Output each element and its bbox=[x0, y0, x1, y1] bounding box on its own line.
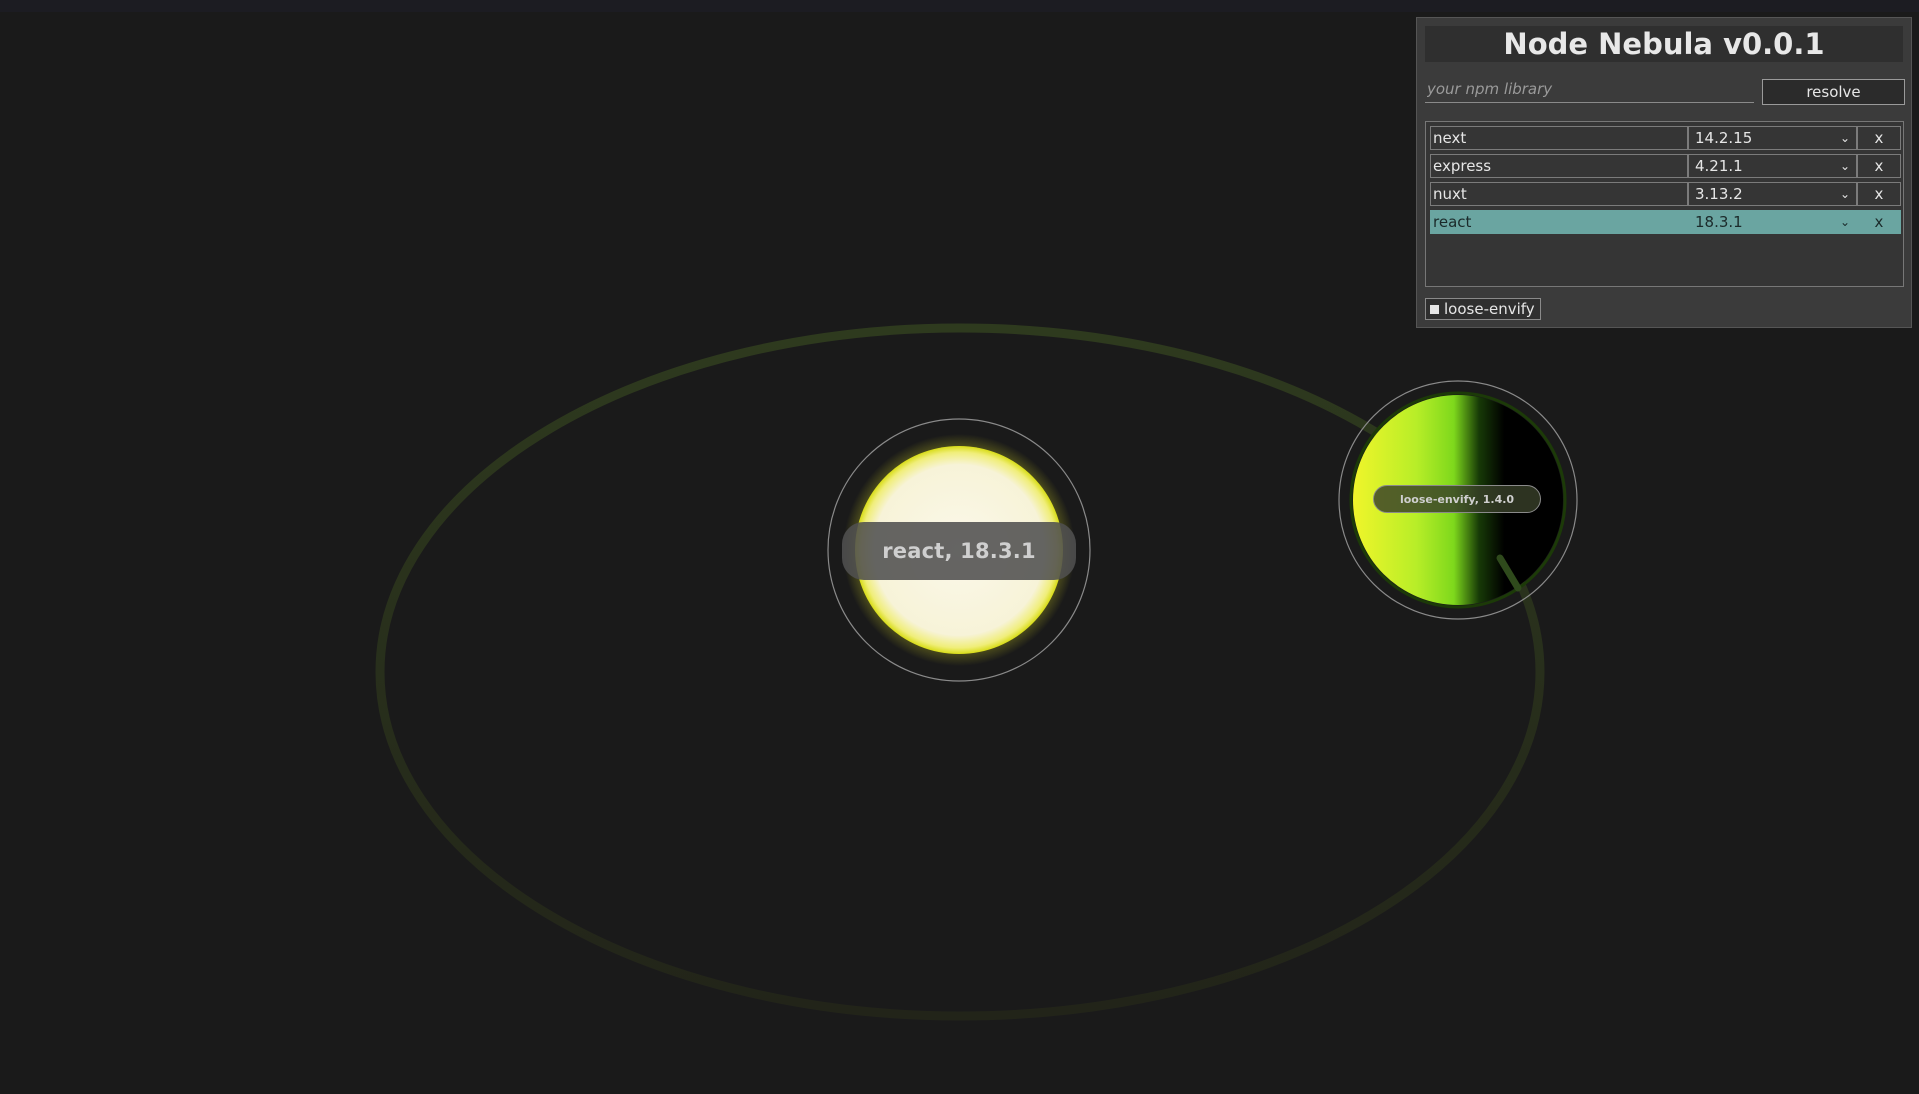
dependency-row-next[interactable]: next 14.2.15 ⌄ x bbox=[1430, 126, 1901, 150]
chevron-down-icon: ⌄ bbox=[1839, 159, 1850, 173]
chevron-down-icon: ⌄ bbox=[1839, 215, 1850, 229]
app-title: Node Nebula v0.0.1 bbox=[1425, 26, 1903, 62]
planet-label: loose-envify, 1.4.0 bbox=[1373, 485, 1541, 513]
dependency-row-react[interactable]: react 18.3.1 ⌄ x bbox=[1430, 210, 1901, 234]
version-value: 14.2.15 bbox=[1695, 129, 1753, 147]
library-search-input[interactable] bbox=[1425, 76, 1754, 103]
chevron-down-icon: ⌄ bbox=[1839, 131, 1850, 145]
square-icon bbox=[1430, 305, 1439, 314]
dependency-row-express[interactable]: express 4.21.1 ⌄ x bbox=[1430, 154, 1901, 178]
version-select[interactable]: 14.2.15 ⌄ bbox=[1688, 126, 1857, 150]
remove-dependency-button[interactable]: x bbox=[1857, 182, 1901, 206]
chip-label: loose-envify bbox=[1444, 300, 1535, 318]
version-select[interactable]: 3.13.2 ⌄ bbox=[1688, 182, 1857, 206]
resolved-dependency-chip[interactable]: loose-envify bbox=[1425, 298, 1541, 320]
version-select[interactable]: 4.21.1 ⌄ bbox=[1688, 154, 1857, 178]
control-panel: Node Nebula v0.0.1 resolve next 14.2.15 … bbox=[1416, 17, 1912, 328]
version-value: 3.13.2 bbox=[1695, 185, 1743, 203]
dependency-name[interactable]: express bbox=[1430, 154, 1688, 178]
sun-label: react, 18.3.1 bbox=[842, 522, 1076, 580]
dependency-row-nuxt[interactable]: nuxt 3.13.2 ⌄ x bbox=[1430, 182, 1901, 206]
version-value: 18.3.1 bbox=[1695, 213, 1743, 231]
version-select[interactable]: 18.3.1 ⌄ bbox=[1688, 210, 1857, 234]
chevron-down-icon: ⌄ bbox=[1839, 187, 1850, 201]
dependency-name[interactable]: react bbox=[1430, 210, 1688, 234]
dependency-name[interactable]: next bbox=[1430, 126, 1688, 150]
remove-dependency-button[interactable]: x bbox=[1857, 210, 1901, 234]
version-value: 4.21.1 bbox=[1695, 157, 1743, 175]
dependency-name[interactable]: nuxt bbox=[1430, 182, 1688, 206]
remove-dependency-button[interactable]: x bbox=[1857, 126, 1901, 150]
resolve-button[interactable]: resolve bbox=[1762, 79, 1905, 105]
remove-dependency-button[interactable]: x bbox=[1857, 154, 1901, 178]
dependency-list: next 14.2.15 ⌄ x express 4.21.1 ⌄ x nuxt… bbox=[1425, 121, 1904, 287]
orbit-ring bbox=[375, 323, 1545, 1021]
